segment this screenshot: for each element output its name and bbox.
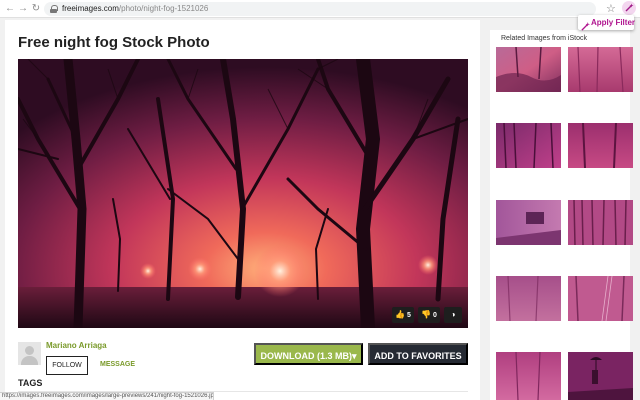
magic-wand-icon <box>581 18 590 36</box>
follow-button[interactable]: FOLLOW <box>46 356 88 375</box>
contrast-icon: ◑ <box>451 310 456 319</box>
related-image-thumbnail[interactable] <box>496 47 561 92</box>
user-avatar-icon[interactable] <box>18 342 41 365</box>
likes-count: 5 <box>407 312 411 319</box>
star-icon[interactable]: ☆ <box>606 2 616 16</box>
related-image-thumbnail[interactable] <box>496 123 561 168</box>
page-title: Free night fog Stock Photo <box>18 34 210 51</box>
apply-filter-label: Apply Filter <box>591 17 635 28</box>
url-host: freeimages.com <box>62 4 119 13</box>
related-image-thumbnail[interactable] <box>568 352 633 400</box>
url-path: /photo/night-fog-1521026 <box>119 4 208 13</box>
related-image-thumbnail[interactable] <box>568 276 633 321</box>
author-name-link[interactable]: Mariano Arriaga <box>46 341 107 350</box>
arrow-right-icon[interactable]: → <box>17 3 29 15</box>
related-image-thumbnail[interactable] <box>496 200 561 245</box>
sidebar-title: Related Images from iStock <box>501 35 587 42</box>
related-image-thumbnail[interactable] <box>496 352 561 400</box>
related-image-thumbnail[interactable] <box>568 47 633 92</box>
add-to-favorites-button[interactable]: ADD TO FAVORITES <box>368 343 468 365</box>
related-images-sidebar: Related Images from iStock <box>490 30 630 400</box>
address-bar[interactable]: freeimages.com/photo/night-fog-1521026 <box>44 2 596 16</box>
like-button[interactable]: 👍 5 <box>392 307 414 323</box>
related-image-thumbnail[interactable] <box>496 276 561 321</box>
dislike-button[interactable]: 👎 0 <box>418 307 440 323</box>
download-label: DOWNLOAD (1.3 MB) <box>260 351 352 361</box>
photo-detail-panel: Free night fog Stock Photo <box>5 20 480 400</box>
browser-toolbar: ← → ↻ freeimages.com/photo/night-fog-152… <box>0 0 640 18</box>
reload-icon[interactable]: ↻ <box>30 3 42 15</box>
arrow-left-icon[interactable]: ← <box>4 3 16 15</box>
foggy-night-trees-photo[interactable] <box>18 59 468 328</box>
lock-icon <box>50 5 57 13</box>
status-bar-url: https://images.freeimages.com/images/lar… <box>0 392 214 400</box>
chevron-down-icon: ▾ <box>352 351 357 361</box>
apply-filter-popup[interactable]: Apply Filter <box>578 15 634 30</box>
dislikes-count: 0 <box>433 312 437 319</box>
url-text[interactable]: freeimages.com/photo/night-fog-1521026 <box>62 3 208 15</box>
thumbs-down-icon: 👎 <box>421 310 431 319</box>
related-image-thumbnail[interactable] <box>568 200 633 245</box>
thumbs-up-icon: 👍 <box>395 310 405 319</box>
magic-wand-icon[interactable] <box>622 1 636 15</box>
message-link[interactable]: MESSAGE <box>100 361 135 368</box>
contrast-button[interactable]: ◑ <box>444 307 462 323</box>
browser-window: ← → ↻ freeimages.com/photo/night-fog-152… <box>0 0 640 400</box>
tags-heading: TAGS <box>18 378 42 388</box>
download-button[interactable]: DOWNLOAD (1.3 MB)▾ <box>254 343 363 365</box>
related-image-thumbnail[interactable] <box>568 123 633 168</box>
